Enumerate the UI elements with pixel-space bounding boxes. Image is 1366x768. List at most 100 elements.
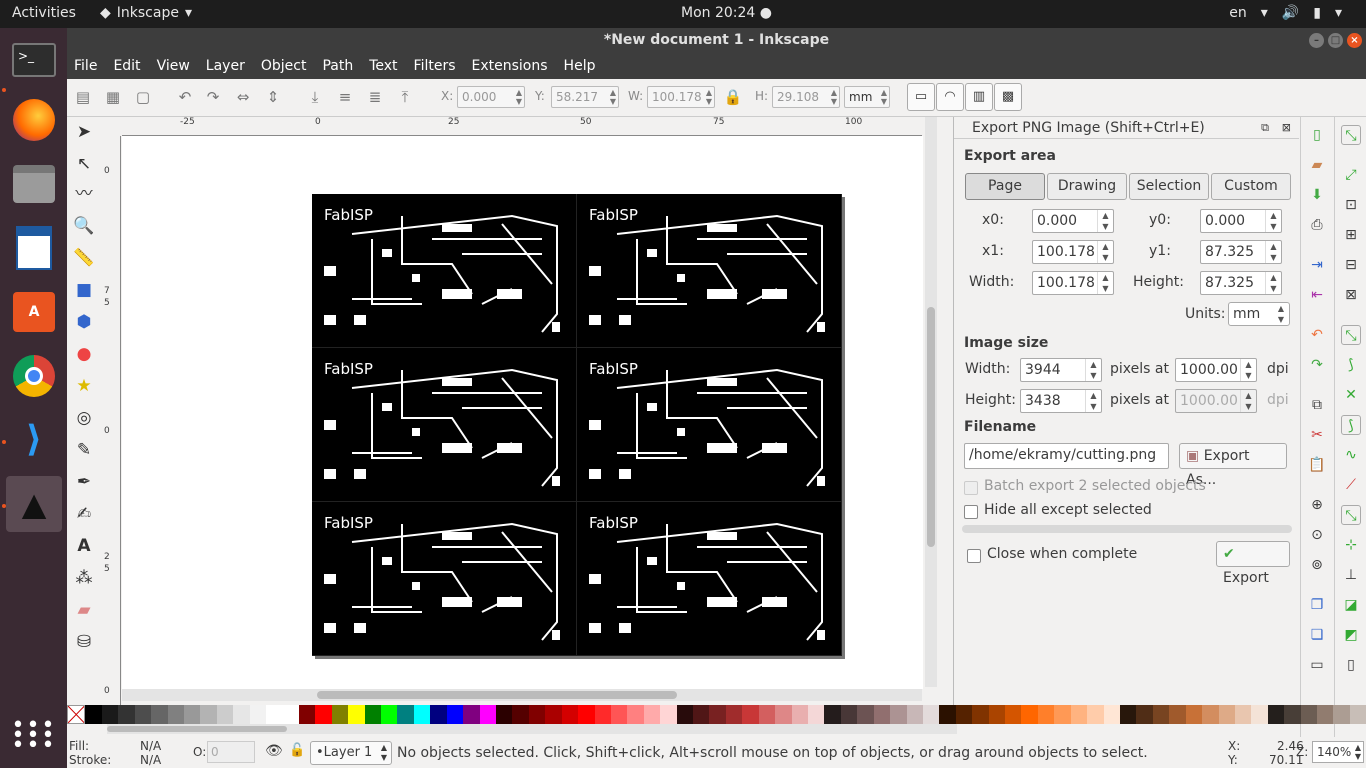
pcb-board[interactable]: FabISP xyxy=(312,502,577,656)
close-when-complete-checkbox[interactable] xyxy=(967,549,981,563)
inkscape-dock-icon[interactable]: ▲ xyxy=(6,476,62,532)
color-swatch[interactable] xyxy=(939,705,956,724)
color-swatch[interactable] xyxy=(101,705,119,724)
color-swatch[interactable] xyxy=(1349,705,1366,724)
battery-icon[interactable]: ▮ xyxy=(1313,5,1321,21)
pcb-board[interactable]: FabISP xyxy=(312,348,577,502)
color-swatch[interactable] xyxy=(1120,705,1137,724)
color-swatch[interactable] xyxy=(512,705,529,724)
snap-midpoint-icon[interactable]: ⟋ xyxy=(1341,475,1361,495)
tab-selection[interactable]: Selection xyxy=(1129,173,1209,200)
export-button[interactable]: ✔ Export xyxy=(1216,541,1290,586)
activities-button[interactable]: Activities xyxy=(12,5,76,21)
menu-file[interactable]: File xyxy=(74,58,97,74)
rotate-ccw-icon[interactable]: ↶ xyxy=(175,87,195,107)
close-icon[interactable]: ⊠ xyxy=(1282,117,1291,139)
spin-arrows-icon[interactable]: ▲ ▼ xyxy=(1097,272,1113,294)
snap-page-border-icon[interactable]: ◪ xyxy=(1341,595,1361,615)
color-swatch[interactable] xyxy=(857,705,874,724)
zoom-page-icon[interactable]: ⊚ xyxy=(1307,555,1327,575)
filename-input[interactable]: /home/ekramy/cutting.png xyxy=(964,443,1169,469)
snap-guide-icon[interactable]: ▯ xyxy=(1341,655,1361,675)
y1-input[interactable]: 87.325 ▲ ▼ xyxy=(1200,240,1282,264)
spin-arrows-icon[interactable]: ▲ ▼ xyxy=(1085,359,1101,381)
tweak-tool-icon[interactable]: 〰 xyxy=(73,183,95,205)
color-swatch[interactable] xyxy=(873,705,891,724)
snap-rotation-center-icon[interactable]: ⊹ xyxy=(1341,535,1361,555)
terminal-icon[interactable]: >_ xyxy=(6,32,62,88)
color-swatch[interactable] xyxy=(1136,705,1153,724)
export-icon[interactable]: ⇤ xyxy=(1307,285,1327,305)
color-swatch[interactable] xyxy=(693,705,710,724)
scroll-thumb[interactable] xyxy=(927,307,935,547)
horizontal-scrollbar[interactable] xyxy=(122,689,922,701)
menu-object[interactable]: Object xyxy=(261,58,307,74)
color-swatch[interactable] xyxy=(200,705,217,724)
menu-help[interactable]: Help xyxy=(564,58,596,74)
snap-bbox-mid-icon[interactable]: ⊟ xyxy=(1341,255,1361,275)
img-height-input[interactable]: 3438 ▲ ▼ xyxy=(1020,389,1102,413)
snap-cusp-icon[interactable]: ⟆ xyxy=(1341,415,1361,435)
tab-drawing[interactable]: Drawing xyxy=(1047,173,1127,200)
color-swatch[interactable] xyxy=(594,705,611,724)
pen-tool-icon[interactable]: ✒ xyxy=(73,471,95,493)
pcb-board[interactable]: FabISP xyxy=(312,194,577,348)
w-input[interactable]: 100.178 ▲ ▼ xyxy=(647,86,715,108)
spin-arrows-icon[interactable]: ▲ ▼ xyxy=(1097,241,1113,263)
y0-input[interactable]: 0.000 ▲ ▼ xyxy=(1200,209,1282,233)
menu-view[interactable]: View xyxy=(157,58,190,74)
color-swatch[interactable] xyxy=(1169,705,1186,724)
snap-intersection-icon[interactable]: ✕ xyxy=(1341,385,1361,405)
color-swatch[interactable] xyxy=(1005,705,1022,724)
pcb-artwork[interactable]: FabISP FabISP FabISP FabISP FabISP FabIS… xyxy=(312,194,842,656)
color-swatch[interactable] xyxy=(1284,705,1301,724)
system-tray[interactable]: en ▾ 🔊 ▮ ▾ xyxy=(1229,5,1342,21)
y-input[interactable]: 58.217 ▲ ▼ xyxy=(551,86,619,108)
color-swatch[interactable] xyxy=(298,705,316,724)
spin-arrows-icon[interactable]: ▲ ▼ xyxy=(1085,390,1101,412)
dpi-input[interactable]: 1000.00 ▲ ▼ xyxy=(1175,358,1257,382)
h-input[interactable]: 29.108 ▲ ▼ xyxy=(772,86,840,108)
color-swatch[interactable] xyxy=(1300,705,1318,724)
color-swatch[interactable] xyxy=(463,705,480,724)
color-swatch[interactable] xyxy=(610,705,628,724)
snap-bbox-center-icon[interactable]: ⊠ xyxy=(1341,285,1361,305)
color-swatch[interactable] xyxy=(1218,705,1235,724)
color-swatch[interactable] xyxy=(578,705,595,724)
cut-icon[interactable]: ✂ xyxy=(1307,425,1327,445)
snap-toggle-icon[interactable]: ⤡ xyxy=(1341,125,1361,145)
paste-icon[interactable]: 📋 xyxy=(1307,455,1327,475)
vscode-icon[interactable]: ⟩ xyxy=(6,412,62,468)
color-swatch[interactable] xyxy=(446,705,464,724)
color-swatch[interactable] xyxy=(479,705,496,724)
color-swatch[interactable] xyxy=(183,705,201,724)
language-indicator[interactable]: en xyxy=(1229,5,1247,21)
app-grid-icon[interactable]: ••• ••• ••• xyxy=(6,708,62,764)
color-swatch[interactable] xyxy=(988,705,1006,724)
img-width-input[interactable]: 3944 ▲ ▼ xyxy=(1020,358,1102,382)
eraser-tool-icon[interactable]: ▰ xyxy=(73,599,95,621)
snap-center-icon[interactable]: ⤡ xyxy=(1341,505,1361,525)
calligraphy-tool-icon[interactable]: ✍ xyxy=(73,503,95,525)
color-swatch[interactable] xyxy=(972,705,989,724)
spin-arrows-icon[interactable]: ▲ ▼ xyxy=(1265,210,1281,232)
color-swatch[interactable] xyxy=(216,705,234,724)
3d-box-tool-icon[interactable]: ⬢ xyxy=(73,311,95,333)
scroll-thumb[interactable] xyxy=(107,726,287,732)
spin-arrows-icon[interactable]: ▲ ▼ xyxy=(1097,210,1113,232)
color-swatch[interactable] xyxy=(85,705,102,724)
color-swatch[interactable] xyxy=(381,705,398,724)
unlink-clone-icon[interactable]: ▭ xyxy=(1307,655,1327,675)
menu-extensions[interactable]: Extensions xyxy=(472,58,548,74)
color-swatch[interactable] xyxy=(266,705,283,724)
vertical-scrollbar[interactable] xyxy=(925,117,937,687)
print-icon[interactable]: ⎙ xyxy=(1307,215,1327,235)
color-swatch[interactable] xyxy=(545,705,562,724)
palette-scrollbar[interactable] xyxy=(107,724,957,734)
lower-bottom-icon[interactable]: ⤓ xyxy=(305,87,325,107)
redo-icon[interactable]: ↷ xyxy=(1307,355,1327,375)
spin-arrows-icon[interactable]: ▲ ▼ xyxy=(1265,241,1281,263)
color-swatch[interactable] xyxy=(561,705,579,724)
no-paint-swatch[interactable] xyxy=(67,705,86,724)
color-swatch[interactable] xyxy=(1267,705,1285,724)
